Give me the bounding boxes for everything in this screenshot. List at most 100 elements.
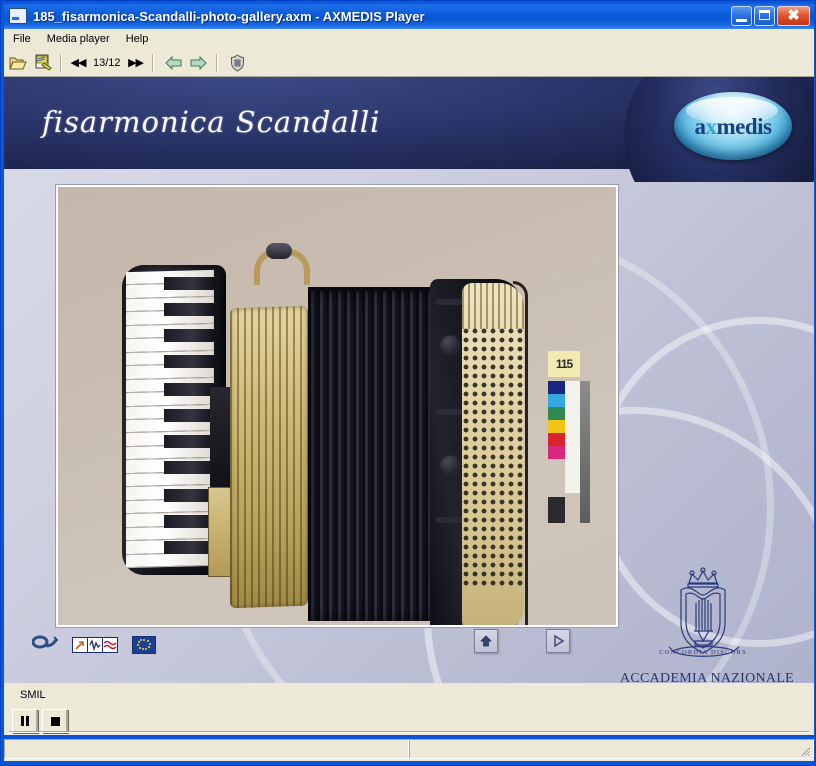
up-arrow-house-glyph	[480, 635, 492, 647]
eu-flag-icon[interactable]	[132, 635, 156, 654]
presentation-nav-buttons	[474, 629, 570, 653]
arrow-right-icon	[190, 55, 207, 70]
play-triangle-glyph	[554, 634, 565, 648]
footer-icon-row	[31, 633, 156, 656]
title-bar[interactable]: 185_fisarmonica-Scandalli-photo-gallery.…	[4, 3, 814, 29]
status-bar	[4, 739, 814, 761]
menu-item-media-player[interactable]: Media player	[40, 31, 117, 47]
maximize-button[interactable]	[754, 6, 775, 26]
black-key	[164, 461, 216, 474]
banner-title-text: fisarmonica Scandalli	[42, 105, 381, 139]
black-key	[164, 303, 216, 316]
crest-motto: CONCORDIA DISCORS	[659, 649, 747, 656]
color-card-number: 115	[548, 351, 580, 377]
window-icon	[9, 8, 27, 24]
link-icon[interactable]	[31, 633, 59, 656]
page-counter: 13/12	[93, 56, 121, 69]
triptych-icon[interactable]	[72, 636, 118, 653]
certificate-shield-icon	[231, 53, 245, 72]
color-card-patches	[548, 381, 565, 459]
black-key	[164, 435, 216, 448]
color-card-gray-scale	[580, 381, 590, 523]
accordion-treble-grille	[230, 305, 308, 609]
accademia-line-1: ACCADEMIA NAZIONALE	[619, 671, 795, 683]
stop-icon	[50, 716, 60, 726]
maximize-icon	[759, 10, 770, 20]
axmedis-logo-x: x	[705, 114, 718, 139]
next-fast-button[interactable]: ▶▶	[126, 53, 146, 73]
panel-divider	[9, 731, 809, 733]
pause-icon	[21, 716, 29, 726]
prev-fast-button[interactable]: ◀◀	[68, 53, 88, 73]
triptych-panel-2	[88, 637, 103, 652]
black-key	[164, 277, 216, 290]
play-next-icon[interactable]	[546, 629, 570, 653]
resize-grip-icon[interactable]	[799, 745, 811, 757]
protection-button[interactable]	[227, 52, 249, 74]
open-document-icon	[35, 54, 52, 71]
window-title: 185_fisarmonica-Scandalli-photo-gallery.…	[33, 8, 425, 24]
color-patch-yellow	[548, 420, 565, 433]
color-reference-card: 115	[548, 351, 590, 523]
open-button[interactable]	[7, 52, 29, 74]
color-patch-magenta	[548, 446, 565, 459]
color-patch-black	[548, 497, 565, 523]
accordion-bellows	[308, 291, 436, 621]
accordion-bass-knob	[440, 335, 460, 355]
axmedis-logo-text: axmedis	[674, 114, 792, 140]
color-card-white-field	[565, 381, 580, 493]
media-player-panel: SMIL	[4, 683, 814, 735]
triptych-panel-1	[73, 637, 88, 652]
color-patch-red	[548, 433, 565, 446]
black-key	[164, 355, 216, 368]
black-key	[164, 409, 216, 422]
menu-item-file[interactable]: File	[6, 31, 38, 47]
status-pane-right	[409, 739, 814, 759]
triptych-panel-3	[103, 638, 117, 652]
color-patch-cyan	[548, 394, 565, 407]
wave-lines-icon	[103, 640, 117, 649]
photo-frame[interactable]: 115	[56, 185, 618, 627]
window-controls: ✖	[731, 6, 810, 26]
accordion-photo: 115	[58, 187, 616, 625]
open-folder-icon	[8, 57, 27, 70]
close-icon: ✖	[787, 7, 800, 24]
axmedis-logo-a: a	[694, 114, 707, 139]
black-key	[164, 329, 216, 342]
minimize-button[interactable]	[731, 6, 752, 26]
minimize-icon	[736, 19, 747, 22]
menu-item-help[interactable]: Help	[119, 31, 156, 47]
presentation-view: fisarmonica Scandalli axmedis 115 CONCOR…	[4, 77, 814, 683]
arrow-left-icon	[165, 55, 182, 70]
accordion-bass-strip	[436, 517, 462, 523]
back-button[interactable]	[163, 52, 185, 74]
toolbar-separator	[60, 53, 62, 72]
status-pane-left	[4, 739, 409, 759]
toolbar-separator-3	[215, 53, 218, 72]
open-resource-button[interactable]	[32, 52, 54, 74]
color-patch-green	[548, 407, 565, 420]
accordion-bass-knob	[440, 455, 460, 475]
tool-bar: ◀◀ 13/12 ▶▶	[4, 49, 814, 77]
forward-button[interactable]	[188, 52, 210, 74]
player-window: 185_fisarmonica-Scandalli-photo-gallery.…	[0, 0, 816, 766]
link-glyph	[31, 635, 59, 649]
accordion-bass-strip	[436, 299, 462, 305]
menu-bar: File Media player Help	[4, 29, 814, 50]
transport-controls	[12, 709, 72, 733]
close-button[interactable]: ✖	[777, 6, 810, 26]
arrow-up-right-icon	[75, 640, 84, 650]
accademia-logo-block: CONCORDIA DISCORS ACCADEMIA NAZIONALE DI…	[604, 565, 810, 683]
home-up-icon[interactable]	[474, 629, 498, 653]
smil-label: SMIL	[20, 689, 46, 701]
accordion-bass-strip	[436, 409, 462, 415]
axmedis-logo[interactable]: axmedis	[674, 92, 792, 160]
accademia-crest-icon: CONCORDIA DISCORS	[659, 567, 747, 657]
black-key	[164, 383, 216, 396]
pause-button[interactable]	[12, 709, 38, 733]
stop-button[interactable]	[42, 709, 68, 733]
waveform-icon	[89, 638, 101, 651]
color-patch-blue	[548, 381, 565, 394]
accordion-handle-cap	[266, 243, 292, 259]
accordion-bass-strap	[513, 281, 528, 625]
